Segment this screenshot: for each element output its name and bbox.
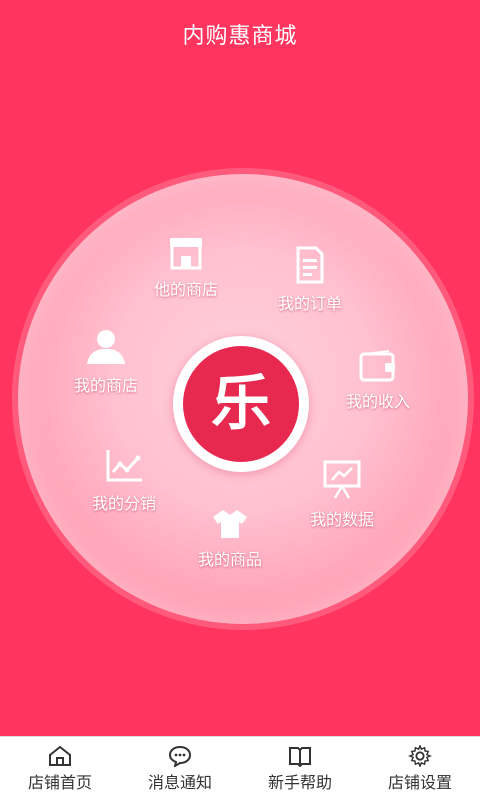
tab-help[interactable]: 新手帮助 — [240, 737, 360, 801]
my-store-label: 我的商店 — [73, 376, 138, 395]
tab-messages[interactable]: 消息通知 — [120, 737, 240, 801]
income-button[interactable]: 我的收入 — [318, 350, 438, 412]
income-label: 我的收入 — [345, 392, 410, 411]
line-chart-icon — [106, 450, 142, 482]
my-store-button[interactable]: 我的商店 — [46, 328, 166, 396]
book-icon — [289, 747, 311, 767]
tshirt-icon — [213, 510, 247, 538]
chat-bubble-icon — [168, 745, 192, 767]
goods-label: 我的商品 — [197, 550, 262, 569]
presentation-chart-icon — [323, 460, 361, 499]
tab-store-home-label: 店铺首页 — [27, 773, 92, 792]
page-title: 内购惠商城 — [182, 24, 298, 49]
document-icon — [296, 246, 324, 284]
distribution-button[interactable]: 我的分销 — [64, 448, 184, 514]
user-icon — [87, 330, 125, 364]
distribution-label: 我的分销 — [91, 494, 156, 513]
wallet-icon — [359, 350, 395, 382]
storefront-icon — [170, 238, 202, 270]
logo-glyph: 乐 — [183, 346, 299, 462]
tab-messages-label: 消息通知 — [147, 773, 212, 792]
main-screen: 内购惠商城 他的商店 我的订单 我的收入 我的数据 我的商品 我的分销 我的商店… — [0, 0, 480, 736]
goods-button[interactable]: 我的商品 — [170, 508, 290, 570]
orders-label: 我的订单 — [277, 294, 342, 313]
data-label: 我的数据 — [309, 510, 374, 529]
tab-settings[interactable]: 店铺设置 — [360, 737, 480, 801]
orders-button[interactable]: 我的订单 — [250, 246, 370, 314]
other-store-label: 他的商店 — [153, 280, 218, 299]
tab-settings-label: 店铺设置 — [387, 773, 452, 792]
other-store-button[interactable]: 他的商店 — [126, 236, 246, 300]
tab-help-label: 新手帮助 — [267, 773, 332, 792]
center-logo[interactable]: 乐 — [173, 336, 309, 472]
home-icon — [49, 745, 71, 766]
tab-store-home[interactable]: 店铺首页 — [0, 737, 120, 801]
gear-icon — [408, 745, 432, 767]
data-button[interactable]: 我的数据 — [282, 460, 402, 530]
bottom-tabbar: 店铺首页 消息通知 新手帮助 店铺设置 — [0, 736, 480, 801]
